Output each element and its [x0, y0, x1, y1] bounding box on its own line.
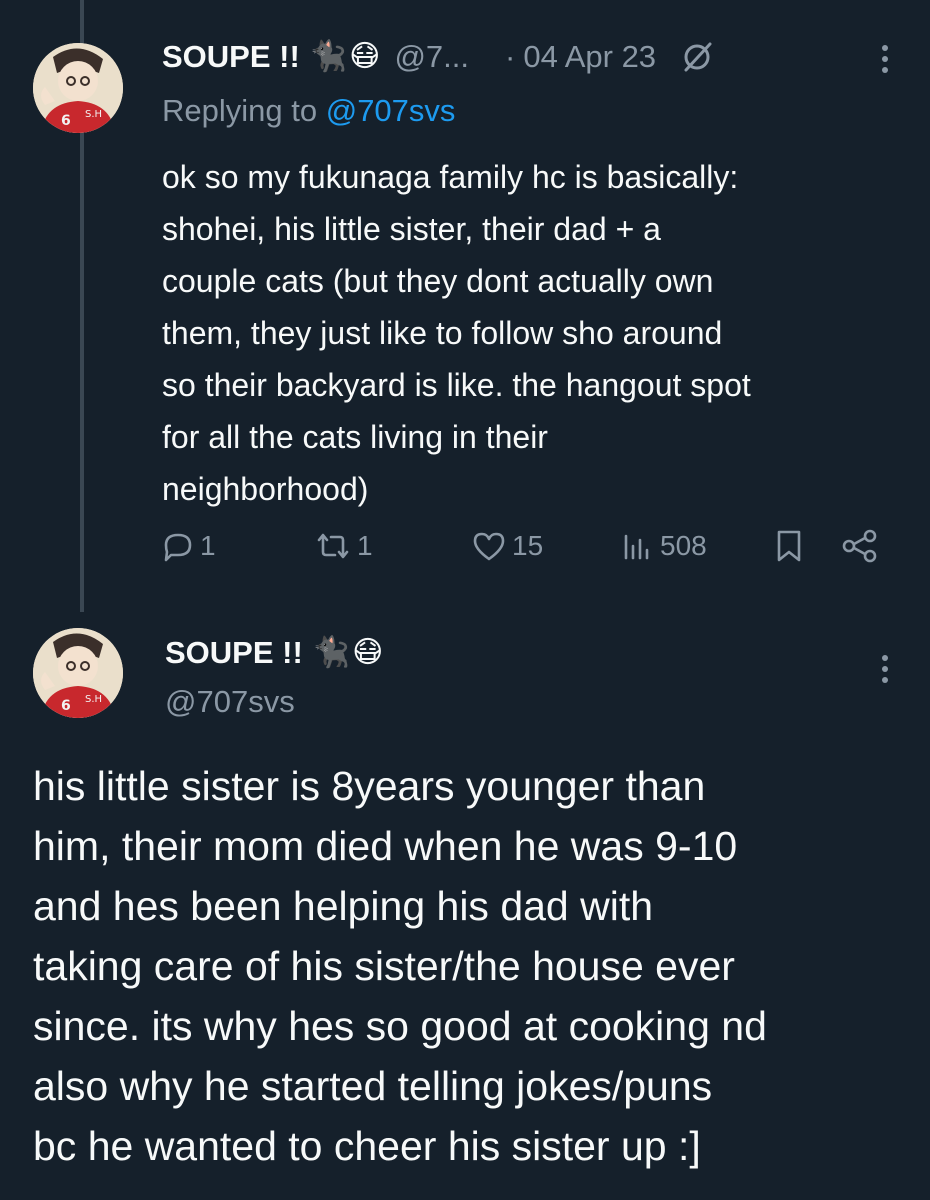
heart-icon — [470, 528, 508, 564]
bookmark-button[interactable] — [772, 528, 806, 564]
like-count: 15 — [512, 530, 544, 561]
separator-dot: · — [505, 39, 516, 74]
mask-emoji: 😷 — [349, 40, 381, 73]
author-handle[interactable]: @707svs — [165, 684, 295, 720]
replying-label: Replying to — [162, 93, 318, 128]
author-name[interactable]: SOUPE !! — [165, 635, 303, 671]
cat-emoji: 🐈‍⬛ — [312, 636, 351, 669]
views-icon — [620, 528, 656, 564]
replying-handle-link[interactable]: @707svs — [326, 93, 456, 128]
tweet-text: his little sister is 8years younger than… — [33, 763, 767, 1169]
edit-slash-icon — [678, 38, 716, 76]
svg-text:6: 6 — [61, 113, 71, 129]
repost-button[interactable]: 1 — [313, 528, 373, 564]
svg-text:6: 6 — [61, 698, 71, 714]
tweet2-header: SOUPE !! 🐈‍⬛ 😷 — [165, 635, 383, 671]
tweet-text: ok so my fukunaga family hc is basically… — [162, 159, 751, 507]
author-handle[interactable]: @7... — [394, 39, 469, 75]
more-vertical-icon[interactable] — [882, 655, 888, 683]
svg-text:S.H: S.H — [85, 109, 102, 120]
share-icon — [840, 528, 880, 564]
views-count: 508 — [660, 530, 707, 561]
reply-icon — [160, 528, 196, 564]
like-button[interactable]: 15 — [470, 528, 543, 564]
tweet-date[interactable]: 04 Apr 23 — [523, 39, 656, 75]
share-button[interactable] — [840, 528, 880, 564]
mask-emoji: 😷 — [352, 636, 384, 669]
tweet1-header: SOUPE !! 🐈‍⬛ 😷 @7... · 04 Apr 23 — [162, 38, 716, 76]
avatar[interactable]: 6 S.H — [33, 628, 123, 718]
reply-button[interactable]: 1 — [160, 528, 216, 564]
more-vertical-icon[interactable] — [882, 45, 888, 73]
reply-count: 1 — [200, 530, 216, 561]
bookmark-icon — [772, 528, 806, 564]
repost-icon — [313, 528, 353, 564]
replying-to: Replying to @707svs — [162, 93, 455, 129]
avatar[interactable]: 6 S.H — [33, 43, 123, 133]
repost-count: 1 — [357, 530, 373, 561]
svg-text:S.H: S.H — [85, 694, 102, 705]
views-button[interactable]: 508 — [620, 528, 707, 564]
cat-emoji: 🐈‍⬛ — [309, 40, 348, 73]
tweet-actions: 1 1 15 508 — [160, 528, 890, 572]
author-name[interactable]: SOUPE !! — [162, 39, 300, 75]
